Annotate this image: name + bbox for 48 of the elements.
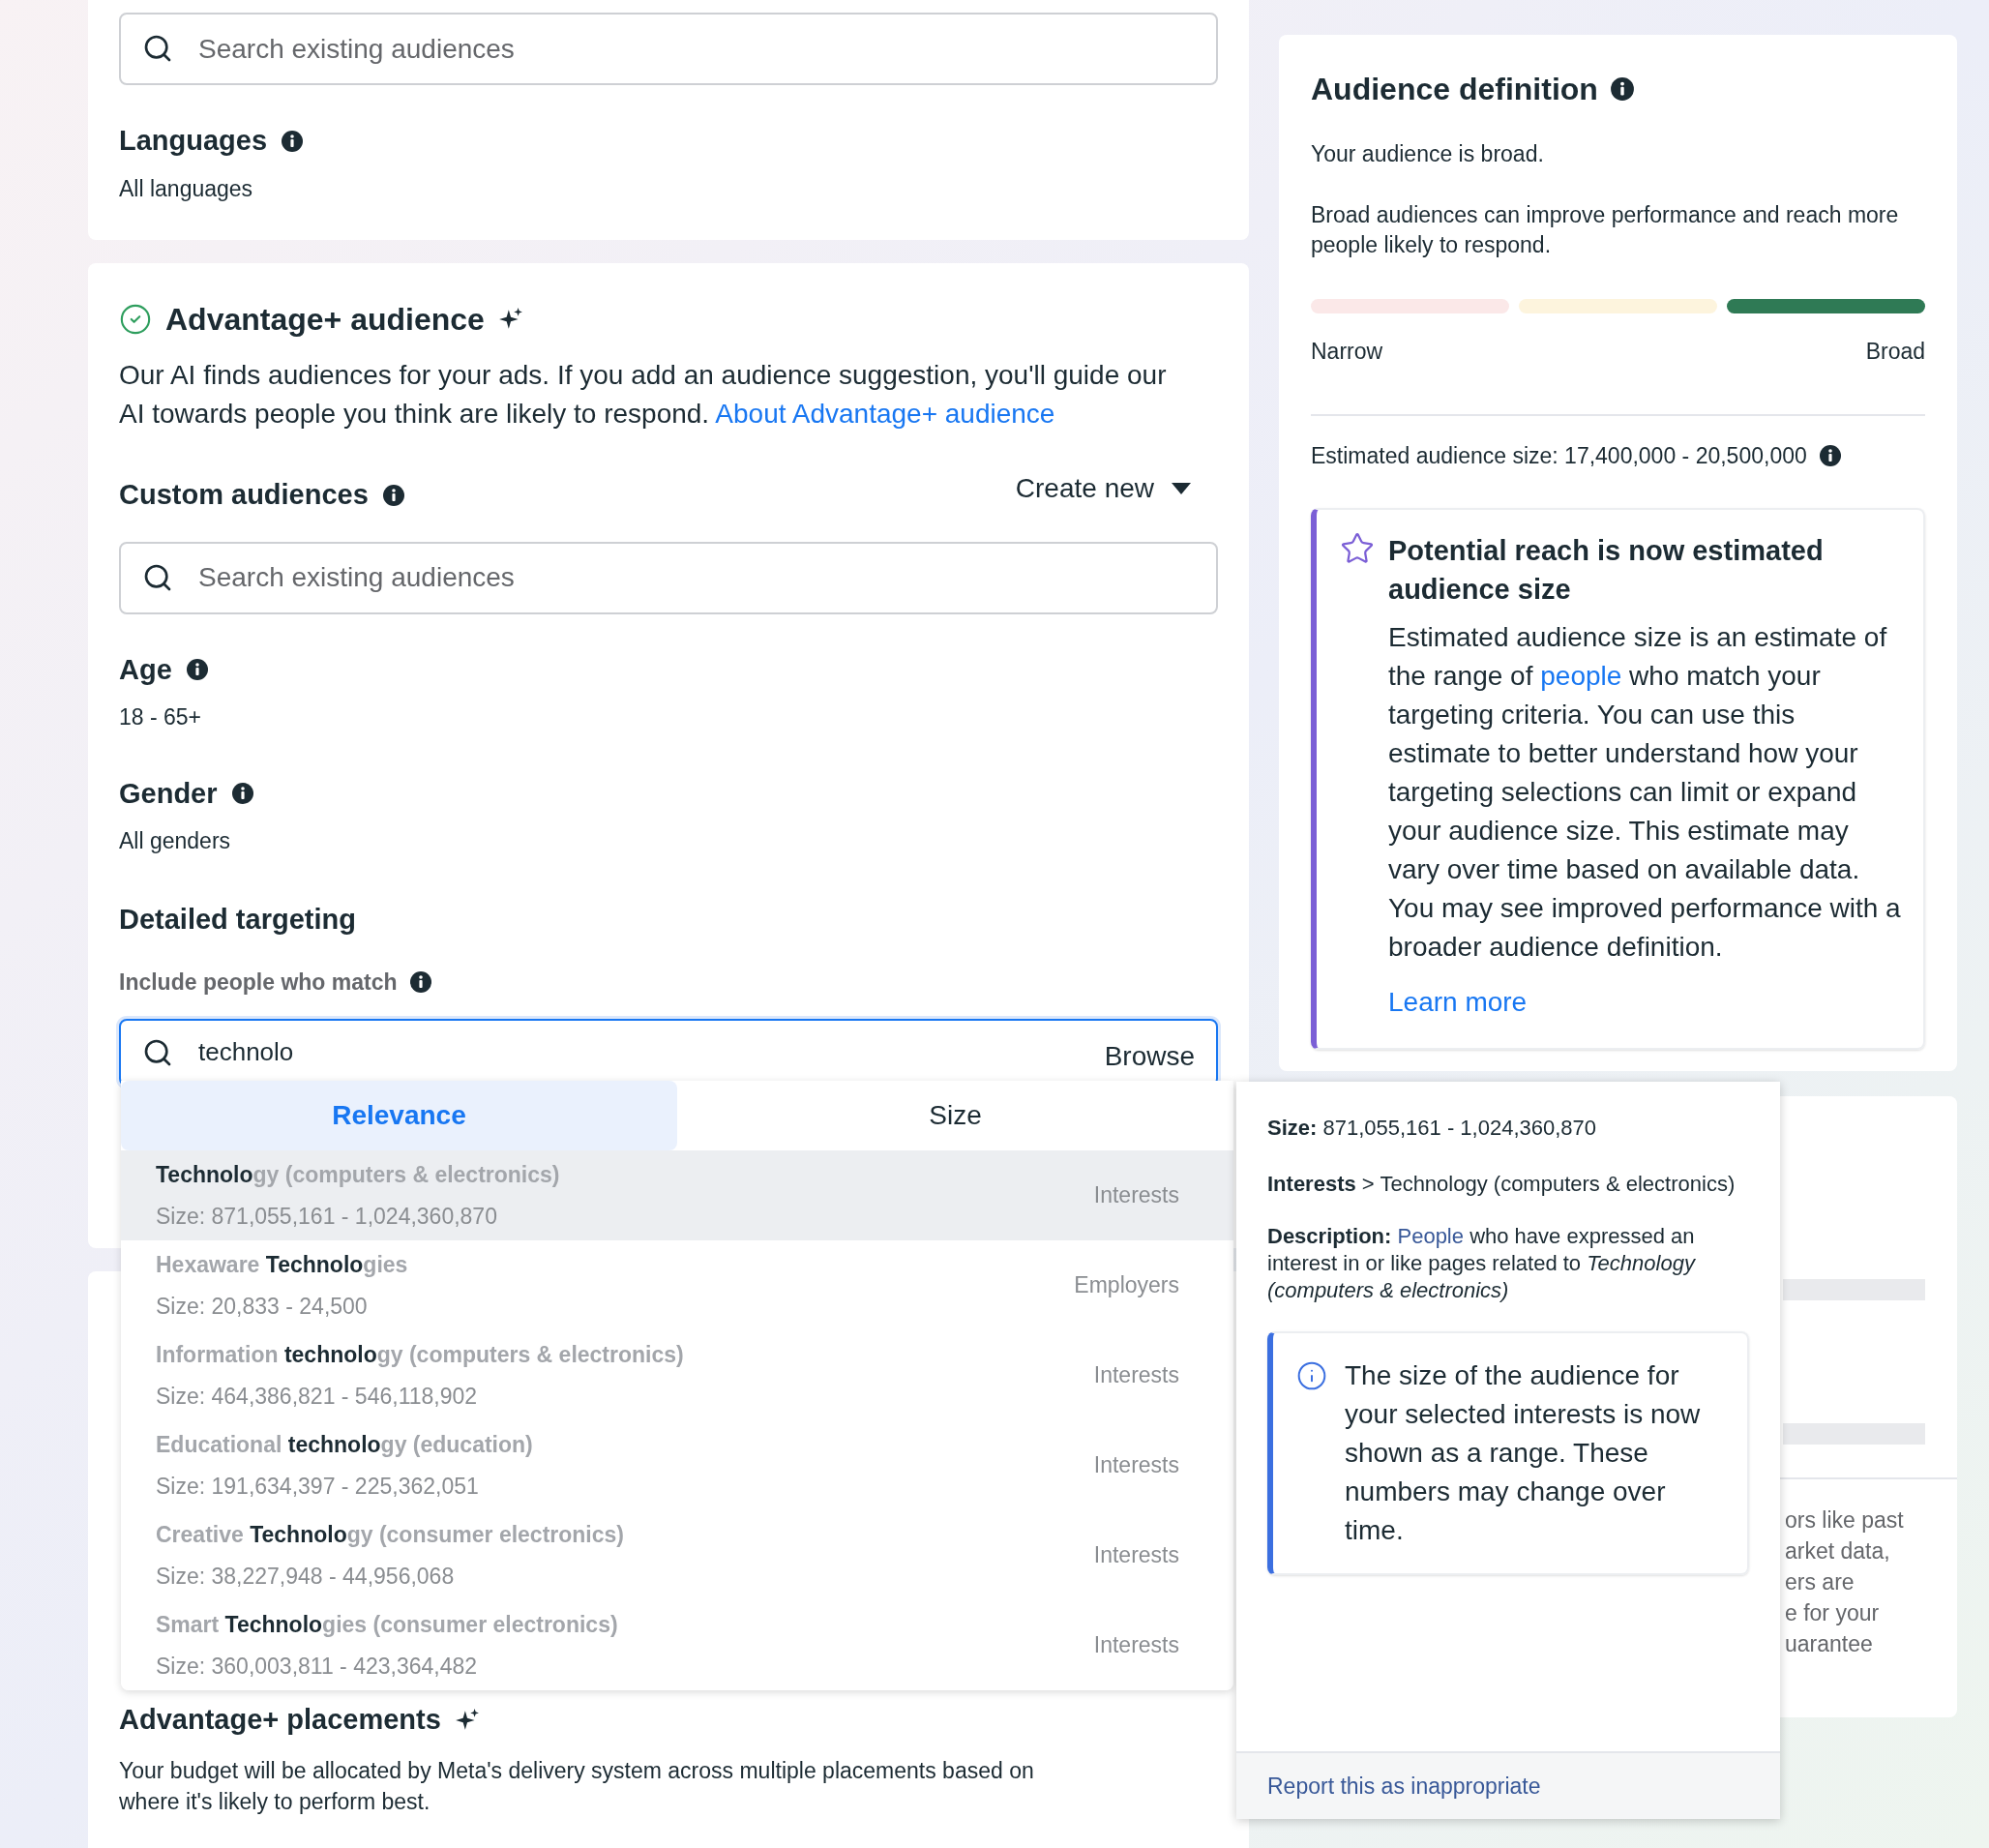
- suggestion-category: Interests: [1093, 1451, 1179, 1480]
- notice-text: Estimated audience size is an estimate of the range of people who match your targeting criteria. You can use this estimate to better understand how your targeting selections can limit or expand your audience size. This estimate may vary over time based on available data. You may see improved performance with a broader audience definition.: [1388, 620, 1902, 964]
- suggestion-size: Size: 191,634,397 - 225,362,051: [156, 1472, 480, 1501]
- meter-label: Narrow: [1311, 337, 1383, 366]
- disclaimer-text: arket data,: [1785, 1537, 1891, 1565]
- suggestion-name: Hexaware Technologies: [156, 1251, 408, 1279]
- meter-label: Broad: [1865, 337, 1925, 366]
- card-title: Audience definition: [1311, 71, 1598, 108]
- estimate-text: Estimated audience size: 17,400,000 - 20,500,000: [1311, 442, 1807, 470]
- suggestion-name: Smart Technologies (consumer electronics): [156, 1611, 618, 1639]
- notice-title: Potential reach is now estimated audience size: [1388, 533, 1825, 607]
- field-value: All genders: [119, 827, 232, 855]
- field-value: 18 - 65+: [119, 703, 203, 731]
- suggestion-category: Interests: [1093, 1361, 1179, 1390]
- size-text: Size: 871,055,161 - 1,024,360,870: [1267, 1115, 1598, 1142]
- disclaimer-text: ors like past: [1785, 1506, 1905, 1535]
- disclaimer-text: uarantee: [1785, 1630, 1874, 1658]
- suggestion-name: Educational technology (education): [156, 1431, 533, 1459]
- field-label: Include people who match: [119, 969, 398, 997]
- suggestion-size: Size: 360,003,811 - 423,364,482: [156, 1652, 479, 1681]
- suggestion-size: Size: 38,227,948 - 44,956,068: [156, 1562, 456, 1591]
- interest-path-text: Interests > Technology (computers & electronics): [1267, 1171, 1737, 1198]
- description-text: Your budget will be allocated by Meta's delivery system across multiple placements based on where it's likely to perform best.: [119, 1756, 1035, 1816]
- section-title: Advantage+ audience: [165, 301, 485, 339]
- suggestion-category: Interests: [1093, 1631, 1179, 1660]
- field-label: Gender: [119, 776, 218, 811]
- notice-text: The size of the audience for your selected interests is now shown as a range. These numbers may change over time.: [1345, 1359, 1702, 1547]
- disclaimer-text: e for your: [1785, 1599, 1881, 1627]
- suggestion-size: Size: 464,386,821 - 546,118,902: [156, 1382, 479, 1411]
- suggestion-category: Interests: [1093, 1181, 1179, 1210]
- suggestion-size: Size: 20,833 - 24,500: [156, 1292, 369, 1321]
- suggestion-name: Technology (computers & electronics): [156, 1161, 560, 1189]
- section-title: Advantage+ placements: [119, 1703, 441, 1737]
- section-title: Detailed targeting: [119, 902, 357, 937]
- suggestion-size: Size: 871,055,161 - 1,024,360,870: [156, 1202, 498, 1231]
- explanation-text: Broad audiences can improve performance and reach more people likely to respond.: [1311, 200, 1900, 259]
- field-label: Languages: [119, 124, 268, 158]
- suggestion-name: Information technology (computers & electronics): [156, 1341, 684, 1369]
- field-label: Age: [119, 652, 172, 687]
- field-value: All languages: [119, 174, 254, 203]
- field-label: Custom audiences: [119, 478, 369, 512]
- suggestion-name: Creative Technology (consumer electronics): [156, 1521, 624, 1549]
- description-text: Description: People who have expressed an interest in or like pages related to Technology (computers & electronics): [1267, 1223, 1697, 1304]
- disclaimer-text: ers are: [1785, 1568, 1855, 1596]
- description-text: Our AI finds audiences for your ads. If you add an audience suggestion, you'll guide our AI towards people you think are likely to respond. About Advantage+ audience: [119, 359, 1168, 431]
- status-text: Your audience is broad.: [1311, 140, 1545, 168]
- suggestion-category: Employers: [1074, 1271, 1179, 1300]
- suggestion-category: Interests: [1093, 1541, 1179, 1570]
